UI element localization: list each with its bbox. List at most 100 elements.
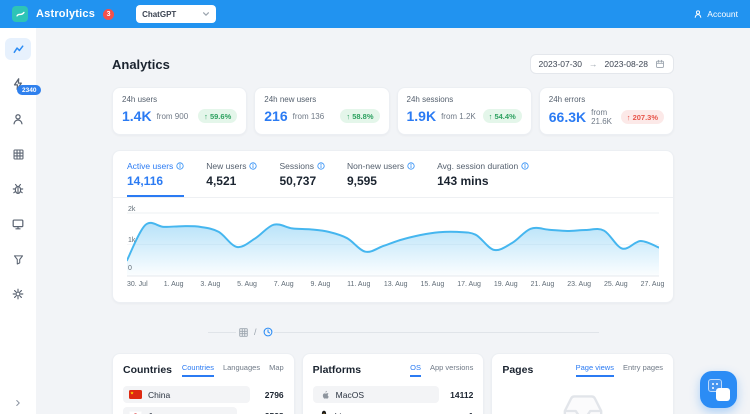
stat-label: 24h sessions: [407, 95, 522, 104]
tab-languages[interactable]: Languages: [223, 363, 260, 377]
up-arrow-icon: ↑: [489, 112, 493, 121]
x-tick: 21. Aug: [531, 281, 555, 288]
up-arrow-icon: ↑: [627, 113, 631, 122]
notification-badge: 3: [103, 9, 114, 20]
project-selector[interactable]: ChatGPT: [136, 5, 216, 23]
tab-avg-session-duration[interactable]: Avg. session duration 143 mins: [437, 161, 529, 197]
user-icon: [11, 112, 25, 126]
sidebar: 2340: [0, 28, 36, 414]
stat-value: 1.9K: [407, 108, 437, 124]
calendar-icon: [655, 59, 665, 69]
platform-row: MacOS 14112: [313, 386, 474, 403]
x-tick: 7. Aug: [274, 281, 294, 288]
countries-card: Countries Countries Languages Map: [112, 353, 295, 414]
delta-badge: ↑ 207.3%: [621, 110, 664, 124]
sidebar-item-data-table[interactable]: [5, 143, 31, 165]
platform-name: Linux: [335, 411, 355, 414]
astrolytics-logo-icon: [12, 6, 28, 22]
y-tick: 0: [128, 265, 132, 272]
stat-card-24h-sessions: 24h sessions 1.9K from 1.2K ↑ 54.4%: [397, 87, 532, 135]
stat-card-24h-new-users: 24h new users 216 from 136 ↑ 58.8%: [254, 87, 389, 135]
card-title: Platforms: [313, 364, 361, 376]
stat-label: 24h errors: [549, 95, 664, 104]
app-root: Astrolytics 3 ChatGPT Account 2340: [0, 0, 750, 414]
platform-name: MacOS: [336, 390, 364, 400]
monitor-icon: [11, 217, 25, 231]
metric-tabs: Active users 14,116 New users 4,521 Sess…: [113, 151, 673, 198]
account-menu[interactable]: Account: [693, 9, 738, 19]
sidebar-item-devices[interactable]: [5, 213, 31, 235]
tab-app-versions[interactable]: App versions: [430, 363, 473, 377]
date-to: 2023-08-28: [605, 59, 648, 69]
sidebar-item-funnels[interactable]: [5, 248, 31, 270]
x-tick: 30. Jul: [127, 281, 148, 288]
events-count-badge: 2340: [17, 85, 41, 95]
stat-label: 24h new users: [264, 95, 379, 104]
stat-card-24h-users: 24h users 1.4K from 900 ↑ 59.6%: [112, 87, 247, 135]
up-arrow-icon: ↑: [204, 112, 208, 121]
page-title: Analytics: [112, 57, 170, 72]
info-icon[interactable]: [176, 162, 184, 170]
platform-value: 1: [439, 411, 473, 414]
traffic-chart-svg: [127, 208, 659, 278]
pages-card: Pages Page views Entry pages No data: [491, 353, 674, 414]
traffic-chart[interactable]: 2k 1k 0: [127, 208, 659, 292]
x-tick: 3. Aug: [200, 281, 220, 288]
stat-value: 216: [264, 108, 287, 124]
x-axis: 30. Jul1. Aug3. Aug5. Aug7. Aug9. Aug11.…: [127, 281, 659, 292]
date-range-picker[interactable]: 2023-07-30 → 2023-08-28: [530, 54, 674, 74]
country-name: Japan: [148, 411, 171, 414]
stat-from: from 1.2K: [441, 112, 476, 121]
inbox-empty-icon: [560, 391, 606, 414]
time-history-icon[interactable]: [262, 326, 274, 338]
line-chart-icon: [11, 42, 26, 57]
user-icon: [693, 9, 703, 19]
tab-active-users[interactable]: Active users 14,116: [127, 161, 184, 197]
chat-widget-button[interactable]: [700, 371, 737, 408]
funnel-icon: [12, 253, 25, 266]
delta-badge: ↑ 58.8%: [340, 109, 379, 123]
card-title: Countries: [123, 364, 172, 376]
info-icon[interactable]: [521, 162, 529, 170]
stat-from: from 136: [293, 112, 325, 121]
x-tick: 5. Aug: [237, 281, 257, 288]
country-value: 2528: [250, 411, 284, 414]
chevron-right-icon: [13, 398, 23, 408]
tab-countries[interactable]: Countries: [182, 363, 214, 377]
country-row: China 2796: [123, 386, 284, 403]
y-tick: 1k: [128, 237, 135, 244]
chevron-down-icon: [202, 10, 210, 18]
sidebar-item-users[interactable]: [5, 108, 31, 130]
tab-new-users[interactable]: New users 4,521: [206, 161, 257, 197]
stat-value: 66.3K: [549, 109, 586, 125]
stat-from: from 21.6K: [591, 108, 616, 126]
sidebar-collapse-toggle[interactable]: [0, 398, 36, 408]
tab-entry-pages[interactable]: Entry pages: [623, 363, 663, 377]
sidebar-item-analytics[interactable]: [5, 38, 31, 60]
x-tick: 25. Aug: [604, 281, 628, 288]
tab-map[interactable]: Map: [269, 363, 284, 377]
sidebar-item-bugs[interactable]: [5, 178, 31, 200]
account-label: Account: [707, 9, 738, 19]
info-icon[interactable]: [317, 162, 325, 170]
tab-page-views[interactable]: Page views: [576, 363, 614, 377]
info-icon[interactable]: [249, 162, 257, 170]
main-area: Analytics 2023-07-30 → 2023-08-28 24h us…: [36, 28, 750, 414]
country-value: 2796: [250, 390, 284, 400]
tab-sessions[interactable]: Sessions 50,737: [279, 161, 325, 197]
tab-non-new-users[interactable]: Non-new users 9,595: [347, 161, 415, 197]
bug-icon: [11, 182, 25, 196]
tab-os[interactable]: OS: [410, 363, 421, 377]
card-title: Pages: [502, 364, 533, 376]
platform-row: Linux 1: [313, 407, 474, 414]
x-tick: 1. Aug: [164, 281, 184, 288]
y-tick: 2k: [128, 206, 135, 213]
gear-icon: [11, 287, 25, 301]
x-tick: 13. Aug: [384, 281, 408, 288]
sidebar-item-settings[interactable]: [5, 283, 31, 305]
chart-range-slider[interactable]: /: [112, 325, 674, 339]
x-tick: 19. Aug: [494, 281, 518, 288]
grid-view-icon[interactable]: [238, 327, 249, 338]
x-tick: 23. Aug: [567, 281, 591, 288]
info-icon[interactable]: [407, 162, 415, 170]
